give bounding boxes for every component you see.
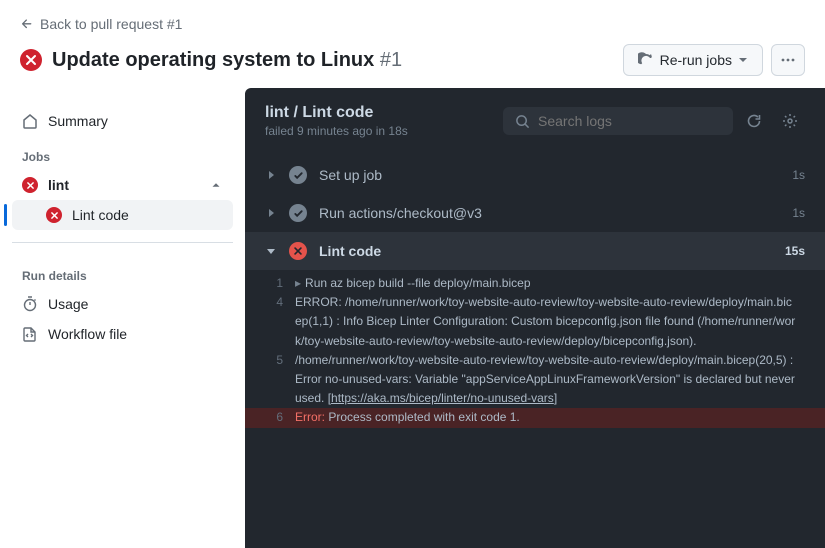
rerun-jobs-button[interactable]: Re-run jobs: [623, 44, 763, 76]
sidebar-jobs-label: Jobs: [12, 136, 233, 170]
sidebar-run-details-label: Run details: [12, 255, 233, 289]
search-input[interactable]: [538, 113, 721, 129]
sidebar-summary[interactable]: Summary: [12, 106, 233, 136]
sidebar-job-step-lint-code[interactable]: Lint code: [12, 200, 233, 230]
log-line: 5/home/runner/work/toy-website-auto-revi…: [245, 351, 825, 409]
search-logs-box[interactable]: [503, 107, 733, 135]
x-circle-icon: [46, 207, 62, 223]
stopwatch-icon: [22, 296, 38, 312]
log-line: 6Error: Process completed with exit code…: [245, 408, 825, 427]
detail-title: lint / Lint code: [265, 104, 408, 122]
arrow-left-icon: [20, 17, 34, 31]
status-failed-icon: [20, 49, 42, 71]
divider: [12, 242, 233, 243]
caret-down-icon: [738, 55, 748, 65]
log-panel: lint / Lint code failed 9 minutes ago in…: [245, 88, 825, 548]
x-circle-icon: [289, 242, 307, 260]
sidebar-usage[interactable]: Usage: [12, 289, 233, 319]
check-circle-icon: [289, 166, 307, 184]
sidebar: Summary Jobs lint Lint code Run details …: [0, 88, 245, 548]
step-setup-job[interactable]: Set up job 1s: [245, 156, 825, 194]
sidebar-job-lint[interactable]: lint: [12, 170, 233, 200]
log-output: 1▸Run az bicep build --file deploy/main.…: [245, 270, 825, 444]
chevron-up-icon: [209, 178, 223, 192]
back-to-pr-link[interactable]: Back to pull request #1: [20, 16, 182, 32]
x-circle-icon: [22, 177, 38, 193]
chevron-down-icon: [265, 245, 277, 257]
kebab-icon: [780, 52, 796, 68]
settings-button[interactable]: [775, 106, 805, 136]
sync-icon: [638, 52, 654, 68]
page-title: Update operating system to Linux #1: [52, 49, 402, 72]
home-icon: [22, 113, 38, 129]
kebab-menu-button[interactable]: [771, 44, 805, 76]
file-icon: [22, 326, 38, 342]
step-checkout[interactable]: Run actions/checkout@v3 1s: [245, 194, 825, 232]
back-link-text: Back to pull request #1: [40, 16, 182, 32]
chevron-right-icon: [265, 207, 277, 219]
refresh-button[interactable]: [739, 106, 769, 136]
check-circle-icon: [289, 204, 307, 222]
log-line: 4ERROR: /home/runner/work/toy-website-au…: [245, 293, 825, 351]
search-icon: [515, 114, 530, 129]
step-lint-code[interactable]: Lint code 15s: [245, 232, 825, 270]
chevron-right-icon: [265, 169, 277, 181]
log-line: 1▸Run az bicep build --file deploy/main.…: [245, 274, 825, 293]
sidebar-workflow-file[interactable]: Workflow file: [12, 319, 233, 349]
detail-subtitle: failed 9 minutes ago in 18s: [265, 124, 408, 138]
